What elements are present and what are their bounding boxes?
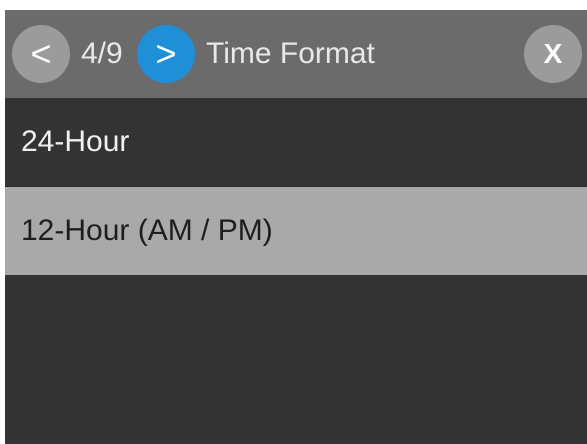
page-indicator: 4/9 xyxy=(81,37,123,70)
header-bar: < 4/9 > Time Format X xyxy=(5,10,587,98)
option-label: 12-Hour (AM / PM) xyxy=(21,214,273,247)
time-format-screen: < 4/9 > Time Format X 24-Hour 12-Hour (A… xyxy=(5,10,587,444)
page-title: Time Format xyxy=(206,37,375,70)
previous-button[interactable]: < xyxy=(12,25,70,83)
option-24-hour[interactable]: 24-Hour xyxy=(5,98,587,186)
close-icon: X xyxy=(543,38,563,69)
chevron-right-icon: > xyxy=(155,33,177,74)
option-label: 24-Hour xyxy=(21,125,130,158)
option-12-hour[interactable]: 12-Hour (AM / PM) xyxy=(5,187,587,275)
next-button[interactable]: > xyxy=(137,25,195,83)
close-button[interactable]: X xyxy=(524,25,582,83)
chevron-left-icon: < xyxy=(30,33,52,74)
